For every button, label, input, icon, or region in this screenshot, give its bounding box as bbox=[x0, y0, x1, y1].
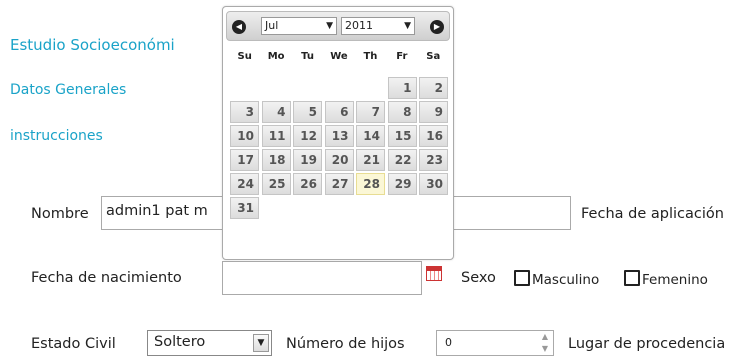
weekday-label: We bbox=[330, 51, 348, 62]
weekday-header-row: Su Mo Tu We Th Fr Sa bbox=[229, 51, 449, 62]
day-cell[interactable]: 20 bbox=[324, 149, 354, 171]
day-cell[interactable]: 16 bbox=[419, 125, 448, 147]
datepicker: ◀ Jul ▼ 2011 ▼ ▶ Su Mo Tu We Th Fr Sa 1234567891… bbox=[222, 6, 454, 260]
circle-triangle-right-icon[interactable]: ▶ bbox=[430, 20, 444, 34]
weekday-label: Mo bbox=[267, 51, 285, 62]
day-cell[interactable]: 6 bbox=[324, 101, 354, 123]
day-cell[interactable]: 21 bbox=[356, 149, 385, 171]
day-cell[interactable]: 19 bbox=[293, 149, 322, 171]
fecha-nacimiento-input[interactable] bbox=[222, 261, 422, 295]
femenino-option[interactable]: Femenino bbox=[624, 270, 708, 288]
day-cell[interactable]: 8 bbox=[387, 101, 417, 123]
masculino-option[interactable]: Masculino bbox=[514, 270, 599, 288]
day-cell[interactable]: 26 bbox=[293, 173, 322, 195]
instrucciones-link[interactable]: instrucciones bbox=[10, 128, 103, 144]
empty-day-cell bbox=[356, 77, 385, 99]
datos-generales-link[interactable]: Datos Generales bbox=[10, 82, 126, 98]
empty-day-cell bbox=[325, 77, 354, 99]
day-cell[interactable]: 2 bbox=[419, 77, 448, 99]
datepicker-header: ◀ Jul ▼ 2011 ▼ ▶ bbox=[226, 11, 450, 41]
day-cell[interactable]: 7 bbox=[356, 101, 385, 123]
day-cell[interactable]: 29 bbox=[387, 173, 417, 195]
masculino-checkbox[interactable] bbox=[514, 270, 530, 286]
day-cell[interactable]: 11 bbox=[261, 125, 291, 147]
day-cell[interactable]: 5 bbox=[293, 101, 322, 123]
estado-civil-select[interactable]: Soltero ▼ bbox=[147, 330, 272, 356]
day-cell[interactable]: 24 bbox=[230, 173, 259, 195]
numero-hijos-label: Número de hijos bbox=[286, 336, 405, 352]
day-cell[interactable]: 25 bbox=[261, 173, 291, 195]
empty-day-cell bbox=[230, 77, 259, 99]
empty-day-cell bbox=[262, 77, 291, 99]
day-cell[interactable]: 10 bbox=[230, 125, 259, 147]
sexo-label: Sexo bbox=[461, 270, 496, 286]
day-cell[interactable]: 30 bbox=[419, 173, 448, 195]
day-cell[interactable]: 15 bbox=[387, 125, 417, 147]
day-cell[interactable]: 27 bbox=[324, 173, 354, 195]
weekday-label: Fr bbox=[396, 51, 408, 62]
day-cell[interactable]: 18 bbox=[261, 149, 291, 171]
spin-down-icon[interactable]: ▼ bbox=[537, 343, 553, 355]
weekday-label: Su bbox=[237, 51, 252, 62]
day-cell[interactable]: 23 bbox=[419, 149, 448, 171]
chevron-down-icon: ▼ bbox=[326, 21, 333, 31]
day-cell[interactable]: 31 bbox=[230, 197, 259, 219]
day-cell[interactable]: 12 bbox=[293, 125, 322, 147]
numero-hijos-stepper[interactable]: 0 ▲ ▼ bbox=[436, 330, 554, 356]
spin-up-icon[interactable]: ▲ bbox=[537, 331, 553, 343]
month-value: Jul bbox=[265, 19, 279, 32]
day-cell[interactable]: 3 bbox=[230, 101, 259, 123]
day-cell[interactable]: 4 bbox=[261, 101, 291, 123]
weekday-label: Th bbox=[363, 51, 378, 62]
day-grid: 1 2 3 4 5 6 7 8 9 10 11 12 13 14 15 16 17 18 19 20 21 22 23 24 2… bbox=[230, 77, 450, 219]
day-cell[interactable]: 17 bbox=[230, 149, 259, 171]
numero-hijos-value: 0 bbox=[445, 336, 452, 349]
chevron-down-icon: ▼ bbox=[404, 21, 411, 31]
page-title: Estudio Socioeconómi bbox=[10, 36, 175, 54]
circle-triangle-left-icon[interactable]: ◀ bbox=[232, 20, 246, 34]
estado-civil-label: Estado Civil bbox=[31, 336, 116, 352]
day-cell[interactable]: 1 bbox=[387, 77, 417, 99]
month-select[interactable]: Jul ▼ bbox=[261, 17, 337, 35]
fecha-nacimiento-label: Fecha de nacimiento bbox=[31, 270, 182, 286]
nombre-label: Nombre bbox=[31, 206, 89, 222]
lugar-procedencia-label: Lugar de procedencia bbox=[568, 336, 726, 352]
estado-civil-value: Soltero bbox=[154, 334, 206, 350]
weekday-label: Tu bbox=[301, 51, 314, 62]
year-select[interactable]: 2011 ▼ bbox=[341, 17, 415, 35]
femenino-label: Femenino bbox=[642, 272, 708, 288]
empty-day-cell bbox=[293, 77, 322, 99]
masculino-label: Masculino bbox=[532, 272, 600, 288]
day-cell[interactable]: 22 bbox=[387, 149, 417, 171]
day-cell[interactable]: 14 bbox=[356, 125, 385, 147]
calendar-icon[interactable] bbox=[426, 266, 442, 281]
day-cell[interactable]: 28 bbox=[356, 173, 385, 195]
day-cell[interactable]: 13 bbox=[324, 125, 354, 147]
chevron-down-icon[interactable]: ▼ bbox=[253, 334, 269, 352]
femenino-checkbox[interactable] bbox=[624, 270, 640, 286]
fecha-aplicacion-label: Fecha de aplicación bbox=[581, 206, 724, 222]
weekday-label: Sa bbox=[426, 51, 441, 62]
year-value: 2011 bbox=[345, 19, 373, 32]
day-cell[interactable]: 9 bbox=[419, 101, 448, 123]
